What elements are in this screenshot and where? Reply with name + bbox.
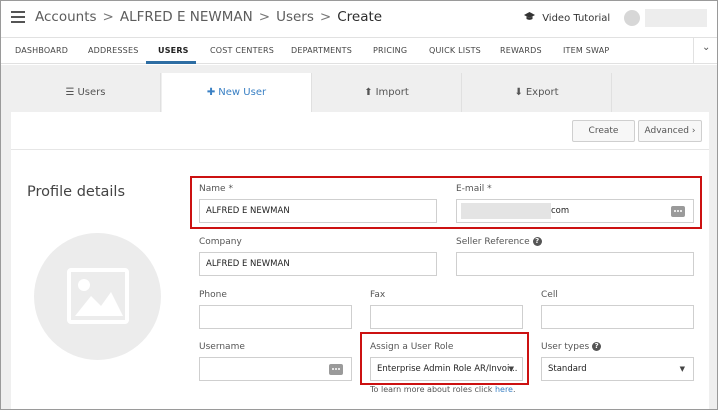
user-types-label: User types? (541, 342, 602, 352)
breadcrumb-users[interactable]: Users (276, 9, 314, 25)
breadcrumb-current: Create (337, 9, 383, 25)
tab-export-label: Export (525, 87, 559, 98)
phone-input[interactable] (199, 305, 352, 329)
tab-new-user-label: New User (218, 87, 267, 98)
help-icon[interactable]: ? (532, 237, 542, 246)
image-icon (67, 268, 129, 324)
download-icon: ⬇ (514, 87, 523, 98)
caret-down-icon: ▼ (679, 365, 685, 373)
cell-label: Cell (541, 290, 558, 300)
nav-pricing[interactable]: PRICING (373, 46, 407, 55)
seller-reference-label: Seller Reference? (456, 237, 542, 247)
tab-import[interactable]: ⬆ Import (312, 73, 462, 112)
breadcrumb-separator: > (102, 9, 114, 25)
top-header: Accounts > ALFRED E NEWMAN > Users > Create Vi… (1, 1, 717, 37)
highlight-name-email (190, 176, 702, 229)
phone-label: Phone (199, 290, 227, 300)
video-tutorial-label: Video Tutorial (542, 13, 611, 24)
breadcrumb: Accounts > ALFRED E NEWMAN > Users > Create (35, 9, 382, 25)
nav-users[interactable]: USERS (158, 46, 189, 55)
cell-input[interactable] (541, 305, 694, 329)
nav-quick-lists[interactable]: QUICK LISTS (429, 46, 481, 55)
tab-new-user[interactable]: ✚ New User (162, 73, 312, 112)
plus-icon: ✚ (206, 87, 216, 98)
main-nav: DASHBOARD ADDRESSES USERS COST CENTERS D… (1, 37, 717, 64)
advanced-button[interactable]: Advanced › (638, 120, 702, 142)
chevron-down-icon: ⌄ (702, 42, 711, 53)
roles-help-link[interactable]: here (495, 385, 513, 394)
breadcrumb-accounts[interactable]: Accounts (35, 9, 97, 25)
tab-users-label: Users (77, 87, 106, 98)
company-label: Company (199, 237, 242, 247)
nav-addresses[interactable]: ADDRESSES (88, 46, 139, 55)
tab-export[interactable]: ⬇ Export (462, 73, 612, 112)
fax-input[interactable] (370, 305, 523, 329)
action-bar: Create Advanced › (11, 112, 709, 150)
app-window: Accounts > ALFRED E NEWMAN > Users > Create Vi… (0, 0, 718, 410)
nav-more-button[interactable]: ⌄ (693, 38, 717, 64)
create-button[interactable]: Create (572, 120, 635, 142)
hamburger-icon[interactable] (11, 11, 25, 23)
username-input[interactable] (199, 357, 352, 381)
nav-item-swap[interactable]: ITEM SWAP (563, 46, 609, 55)
username-label: Username (199, 342, 245, 352)
highlight-user-role (360, 332, 529, 385)
nav-departments[interactable]: DEPARTMENTS (291, 46, 352, 55)
user-types-select[interactable]: Standard ▼ (541, 357, 694, 381)
password-manager-icon[interactable] (329, 364, 343, 375)
user-name-redacted[interactable] (645, 9, 707, 27)
nav-cost-centers[interactable]: COST CENTERS (210, 46, 274, 55)
nav-dashboard[interactable]: DASHBOARD (15, 46, 68, 55)
nav-active-indicator (146, 61, 196, 64)
seller-reference-input[interactable] (456, 252, 694, 276)
breadcrumb-separator: > (258, 9, 271, 25)
video-tutorial-link[interactable]: Video Tutorial (524, 12, 610, 24)
profile-photo-placeholder[interactable] (34, 233, 161, 360)
advanced-label: Advanced (644, 126, 689, 136)
nav-rewards[interactable]: REWARDS (500, 46, 542, 55)
fax-label: Fax (370, 290, 386, 300)
list-icon: ☰ (65, 87, 75, 98)
breadcrumb-account-name[interactable]: ALFRED E NEWMAN (120, 9, 253, 25)
upload-icon: ⬆ (364, 87, 373, 98)
chevron-right-icon: › (691, 126, 696, 136)
help-icon[interactable]: ? (592, 342, 602, 351)
tab-import-label: Import (375, 87, 409, 98)
company-input[interactable]: ALFRED E NEWMAN (199, 252, 437, 276)
profile-details-heading: Profile details (27, 184, 126, 200)
role-help-text: To learn more about roles click here. (370, 385, 516, 394)
user-types-value: Standard (548, 364, 587, 374)
user-avatar-icon[interactable] (624, 10, 640, 26)
breadcrumb-separator: > (319, 9, 332, 25)
graduation-cap-icon (524, 12, 535, 20)
tab-users[interactable]: ☰ Users (11, 73, 161, 112)
